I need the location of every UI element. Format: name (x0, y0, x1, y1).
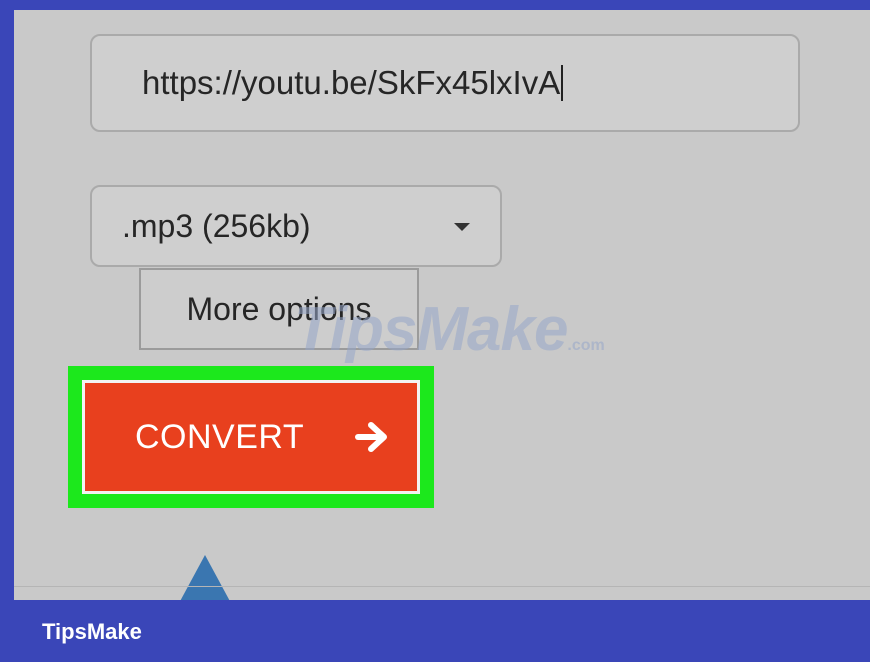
text-caret (561, 65, 564, 101)
convert-button[interactable]: CONVERT (82, 380, 420, 494)
format-select[interactable]: .mp3 (256kb) (90, 185, 502, 267)
screenshot-frame: https://youtu.be/SkFx45lxIvA .mp3 (256kb… (0, 0, 870, 662)
url-input[interactable]: https://youtu.be/SkFx45lxIvA (90, 34, 800, 132)
more-options-label: More options (186, 290, 372, 327)
divider (14, 586, 870, 587)
brand-logo: TipsMake (42, 619, 142, 644)
more-options-button[interactable]: More options (139, 268, 419, 350)
watermark-suffix: .com (567, 337, 605, 354)
format-select-value: .mp3 (256kb) (122, 207, 311, 244)
converter-panel: https://youtu.be/SkFx45lxIvA .mp3 (256kb… (14, 10, 870, 600)
convert-highlight: CONVERT (68, 366, 434, 508)
pointer-arrow-icon (178, 555, 232, 600)
convert-label: CONVERT (135, 417, 305, 456)
chevron-down-icon (454, 223, 470, 231)
url-input-value: https://youtu.be/SkFx45lxIvA (142, 64, 561, 101)
arrow-right-icon (355, 422, 388, 452)
